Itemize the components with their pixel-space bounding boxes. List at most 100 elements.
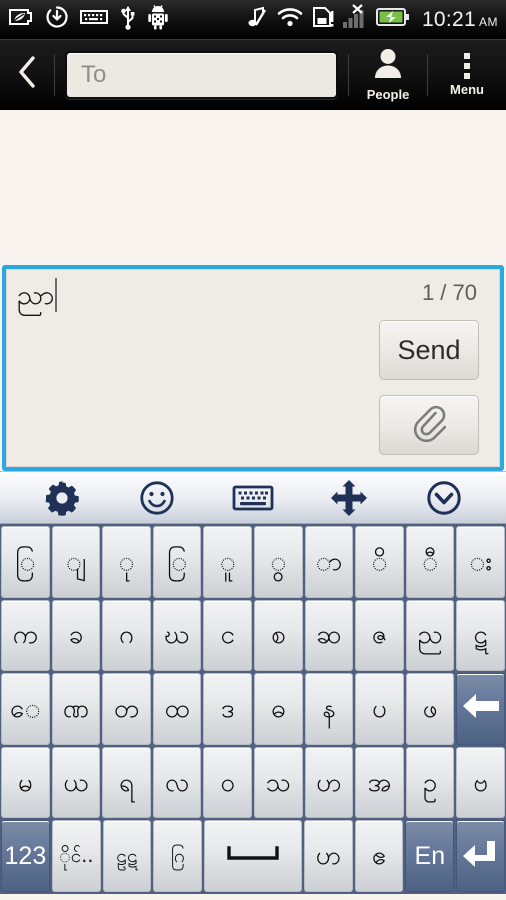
keyboard-toolbar (0, 471, 506, 524)
key-ii[interactable]: ီ (405, 526, 455, 598)
people-label: People (366, 87, 410, 102)
key-uu[interactable]: ူ (203, 526, 252, 598)
key-i[interactable]: ိ (355, 526, 404, 598)
character-counter: 1 / 70 (421, 280, 477, 305)
recipient-to-input[interactable] (65, 50, 338, 99)
key-ha-alt[interactable]: ဟ (303, 820, 353, 892)
back-chevron-icon (15, 54, 39, 95)
keyboard-row-bottom: 123 ိုင်.. ဠဋ ဂြ ဟ ဧ En (0, 820, 506, 892)
send-label: Send (397, 334, 461, 365)
key-visarga[interactable]: း (456, 526, 505, 598)
key-sa[interactable]: သ (253, 746, 303, 819)
key-u[interactable]: ု (102, 526, 151, 598)
keyboard-row-diacritics: ြ ျ ု ြ ူ ွ ာ ိ ီ း (0, 526, 506, 598)
key-enter[interactable] (456, 820, 505, 892)
keyboard-row-consonants-2: ေ ဏ တ ထ ဒ ဓ န ပ ဖ (0, 673, 506, 745)
backspace-arrow-icon (461, 692, 501, 725)
menu-button[interactable]: Menu (428, 40, 506, 110)
key-e-vowel[interactable]: ဧ (354, 820, 404, 892)
emoji-smiley-icon[interactable] (127, 474, 187, 522)
key-na[interactable]: န (304, 673, 354, 745)
people-button[interactable]: People (349, 40, 427, 110)
key-medial-ra[interactable]: ြ (152, 526, 202, 598)
keyboard-icon (80, 8, 108, 31)
send-button[interactable]: Send (379, 320, 479, 380)
settings-gear-icon[interactable] (32, 474, 92, 522)
action-bar: People Menu (0, 40, 506, 110)
status-bar-left-icons (8, 4, 246, 35)
message-thread-area (0, 110, 506, 265)
key-nna[interactable]: ဏ (51, 673, 101, 745)
hide-keyboard-chevron-icon[interactable] (414, 474, 474, 522)
key-numbers[interactable]: 123 (1, 820, 50, 892)
key-wa-hswe[interactable]: ွ (253, 526, 303, 598)
android-robot-icon (148, 4, 168, 35)
keyboard-row-consonants-3: မ ယ ရ လ ဝ သ ဟ အ ဥ ဗ (0, 746, 506, 819)
key-space[interactable] (204, 820, 302, 892)
key-stacked-consonants[interactable]: ဂြ (153, 820, 203, 892)
back-button[interactable] (0, 40, 54, 110)
status-bar-right-icons: 10:21 AM (246, 4, 498, 35)
clock-ampm: AM (479, 14, 498, 29)
key-nga[interactable]: င (203, 599, 252, 672)
key-ba[interactable]: ဗ (456, 746, 505, 819)
wifi-icon (276, 6, 304, 33)
key-extra-consonants[interactable]: ဠဋ (102, 820, 152, 892)
attach-button[interactable] (379, 395, 479, 455)
key-ra[interactable]: ရ (102, 746, 151, 819)
sim-card-alert-icon (312, 5, 334, 34)
space-bar-icon (225, 843, 281, 869)
battery-charging-icon (375, 7, 410, 32)
keyboard-layout-icon[interactable] (223, 474, 283, 522)
key-ya[interactable]: ယ (51, 746, 101, 819)
key-gha[interactable]: ဃ (152, 599, 202, 672)
compose-panel: ညာ 1 / 70 Send (2, 265, 504, 471)
key-symbols-burmese[interactable]: ိုင်.. (51, 820, 101, 892)
key-da[interactable]: ဒ (203, 673, 252, 745)
key-pa[interactable]: ပ (355, 673, 404, 745)
text-caret (55, 278, 58, 312)
key-ha[interactable]: ဟ (304, 746, 354, 819)
key-la[interactable]: လ (152, 746, 202, 819)
music-mute-icon (246, 5, 268, 34)
status-bar: 10:21 AM (0, 0, 506, 40)
key-backspace[interactable] (456, 673, 505, 745)
key-pha[interactable]: ဖ (405, 673, 455, 745)
key-tha[interactable]: ထ (152, 673, 202, 745)
phone-screen: 10:21AM People Menu ညာ 1 (0, 0, 506, 900)
key-nya[interactable]: ည (405, 599, 455, 672)
key-ca[interactable]: စ (253, 599, 303, 672)
key-ka[interactable]: က (1, 599, 50, 672)
key-ya-pin[interactable]: ျ (51, 526, 101, 598)
key-tta[interactable]: ဋ (456, 599, 505, 672)
key-language-english[interactable]: En (405, 820, 455, 892)
key-e[interactable]: ေ (1, 673, 50, 745)
key-ya-yit[interactable]: ြ (1, 526, 50, 598)
key-aa[interactable]: ာ (304, 526, 354, 598)
battery-leaf-icon (8, 6, 34, 33)
overflow-menu-icon (464, 52, 470, 79)
compose-inner[interactable]: ညာ 1 / 70 Send (6, 269, 500, 467)
key-a[interactable]: အ (355, 746, 404, 819)
key-dha[interactable]: ဓ (253, 673, 303, 745)
recipient-field-wrapper (55, 50, 348, 99)
message-text: ညာ (17, 280, 55, 311)
burmese-keyboard: ြ ျ ု ြ ူ ွ ာ ိ ီ း က ခ ဂ ဃ င စ ဆ ဇ ည ဋ … (0, 524, 506, 894)
key-ta[interactable]: တ (102, 673, 151, 745)
key-kha[interactable]: ခ (51, 599, 101, 672)
key-u-vowel[interactable]: ဥ (405, 746, 455, 819)
person-icon (371, 47, 405, 84)
move-arrows-icon[interactable] (319, 474, 379, 522)
enter-return-icon (461, 839, 501, 874)
download-sync-icon (45, 5, 69, 34)
usb-icon (119, 4, 137, 35)
menu-label: Menu (450, 81, 484, 97)
key-cha[interactable]: ဆ (304, 599, 354, 672)
key-ma[interactable]: မ (1, 746, 50, 819)
paperclip-icon (412, 404, 447, 447)
keyboard-row-consonants-1: က ခ ဂ ဃ င စ ဆ ဇ ည ဋ (0, 599, 506, 672)
key-ja[interactable]: ဇ (355, 599, 404, 672)
key-ga[interactable]: ဂ (102, 599, 151, 672)
signal-no-service-icon (342, 4, 368, 35)
key-wa[interactable]: ဝ (203, 746, 252, 819)
